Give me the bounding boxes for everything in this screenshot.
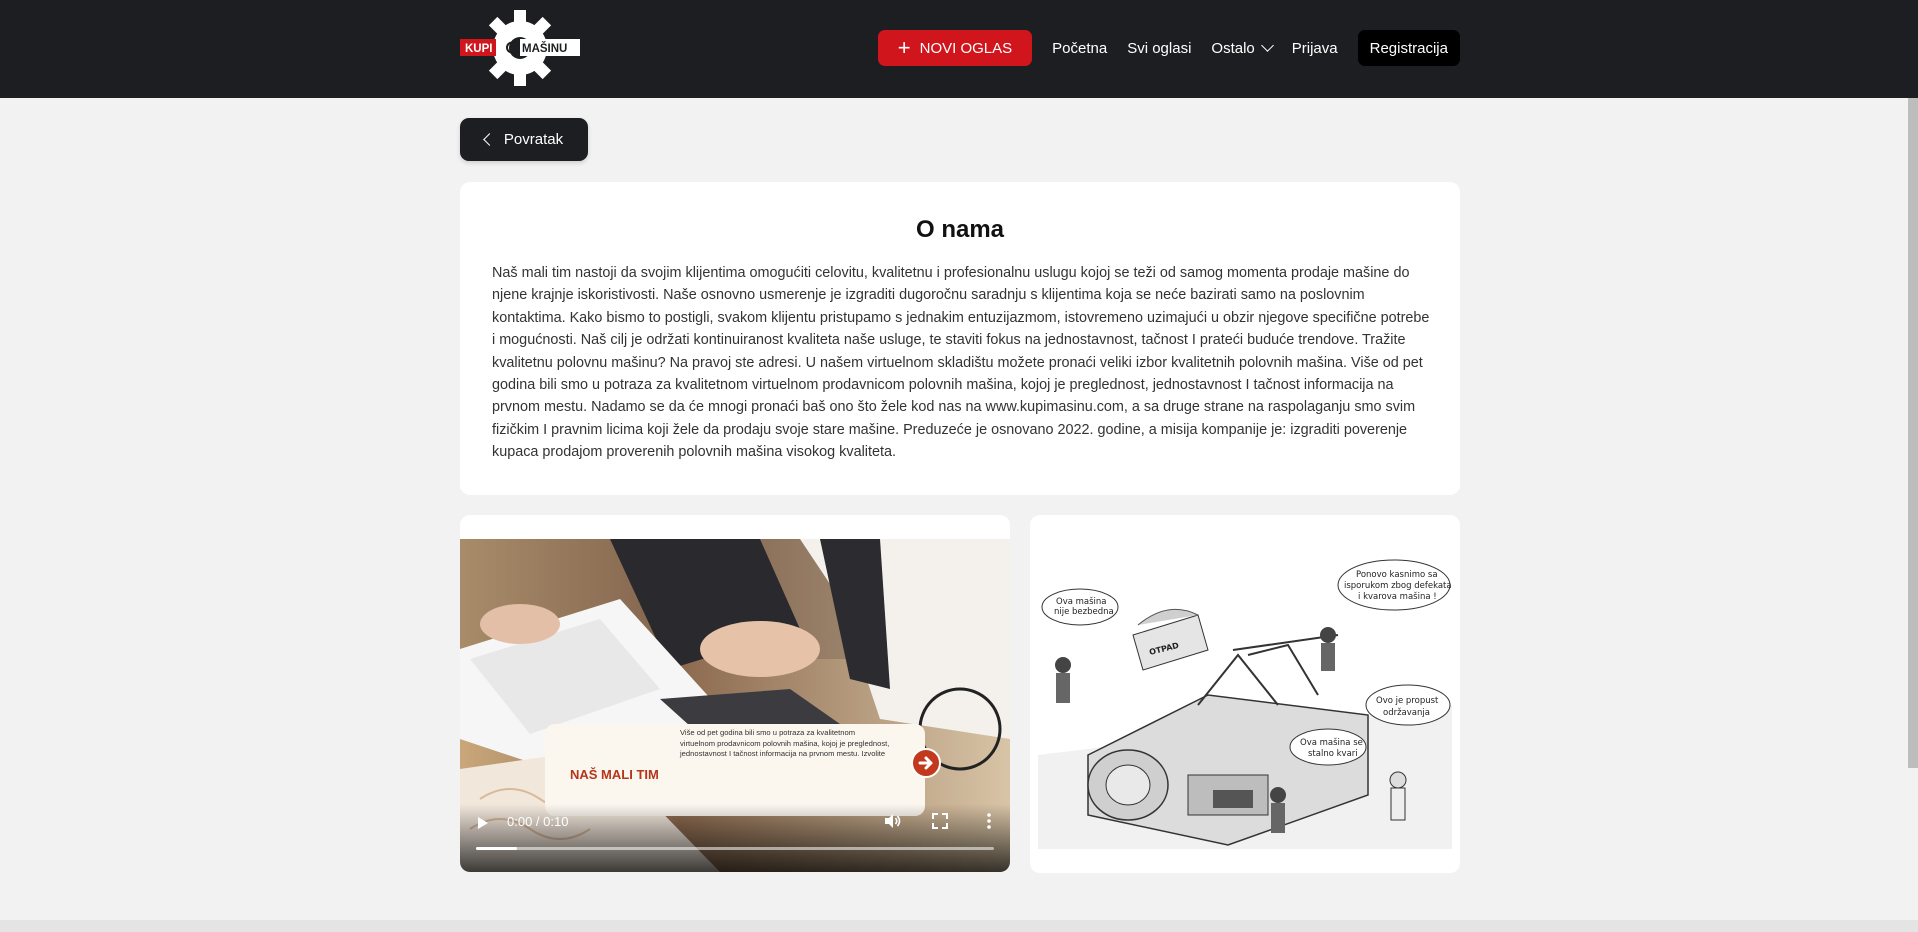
video-player[interactable]: NAŠ MALI TIM Više od pet godina bili smo…	[460, 539, 1010, 872]
register-button[interactable]: Registracija	[1357, 30, 1460, 66]
nav-login[interactable]: Prijava	[1292, 40, 1338, 57]
arrow-right-icon	[911, 748, 941, 778]
video-progress-bar[interactable]	[476, 847, 994, 850]
svg-text:održavanja: održavanja	[1383, 708, 1430, 718]
page-scrollbar[interactable]	[1908, 98, 1918, 768]
video-overlay-banner: NAŠ MALI TIM Više od pet godina bili smo…	[545, 724, 941, 816]
svg-text:Ovo je propust: Ovo je propust	[1376, 696, 1439, 706]
svg-text:isporukom zbog defekata: isporukom zbog defekata	[1344, 581, 1452, 591]
new-ad-label: NOVI OGLAS	[919, 39, 1013, 57]
maintenance-cartoon: OTPAD Ova mašina nije bezbedna Ponovo ka…	[1038, 555, 1452, 849]
illustration-card: OTPAD Ova mašina nije bezbedna Ponovo ka…	[1030, 515, 1460, 873]
main-nav: + NOVI OGLAS Početna Svi oglasi Ostalo P…	[877, 30, 1460, 66]
chevron-down-icon	[1260, 39, 1274, 52]
video-card: NAŠ MALI TIM Više od pet godina bili smo…	[460, 515, 1010, 872]
site-logo[interactable]: KUPI MAŠINU	[460, 10, 580, 86]
nav-other-label: Ostalo	[1211, 39, 1255, 57]
page-title: O nama	[915, 216, 1005, 243]
volume-icon[interactable]	[882, 811, 902, 831]
svg-text:stalno kvari: stalno kvari	[1308, 749, 1358, 759]
about-card: O nama Naš mali tim nastoji da svojim kl…	[460, 182, 1460, 495]
site-header: KUPI MAŠINU + NOVI OGLAS Početna Svi ogl…	[0, 0, 1918, 98]
fullscreen-icon[interactable]	[930, 811, 950, 831]
svg-text:KUPI: KUPI	[465, 43, 492, 55]
svg-text:i kvarova mašina !: i kvarova mašina !	[1358, 591, 1437, 602]
nav-home[interactable]: Početna	[1052, 40, 1107, 57]
about-text: Naš mali tim nastoji da svojim klijentim…	[492, 265, 1430, 461]
nav-all-ads[interactable]: Svi oglasi	[1127, 40, 1191, 57]
svg-text:nije bezbedna: nije bezbedna	[1054, 607, 1114, 617]
video-progress-fill	[476, 847, 518, 850]
nav-other-dropdown[interactable]: Ostalo	[1211, 39, 1274, 57]
new-ad-button[interactable]: + NOVI OGLAS	[877, 30, 1033, 66]
svg-text:MAŠINU: MAŠINU	[522, 42, 567, 55]
plus-icon: +	[897, 35, 911, 60]
video-time: 0:00 / 0:10	[507, 814, 569, 829]
play-icon[interactable]	[478, 817, 488, 829]
back-button[interactable]: Povratak	[460, 118, 588, 161]
more-options-icon[interactable]	[979, 811, 999, 831]
back-label: Povratak	[503, 131, 564, 148]
svg-text:Ova mašina se: Ova mašina se	[1300, 737, 1363, 748]
overlay-title: NAŠ MALI TIM	[570, 767, 659, 782]
svg-text:Ponovo kasnimo sa: Ponovo kasnimo sa	[1356, 570, 1438, 580]
overlay-text: Više od pet godina bili smo u potraza za…	[680, 728, 890, 758]
chevron-left-icon	[483, 133, 496, 146]
svg-text:Ova mašina: Ova mašina	[1056, 596, 1107, 607]
footer-strip	[0, 920, 1918, 932]
